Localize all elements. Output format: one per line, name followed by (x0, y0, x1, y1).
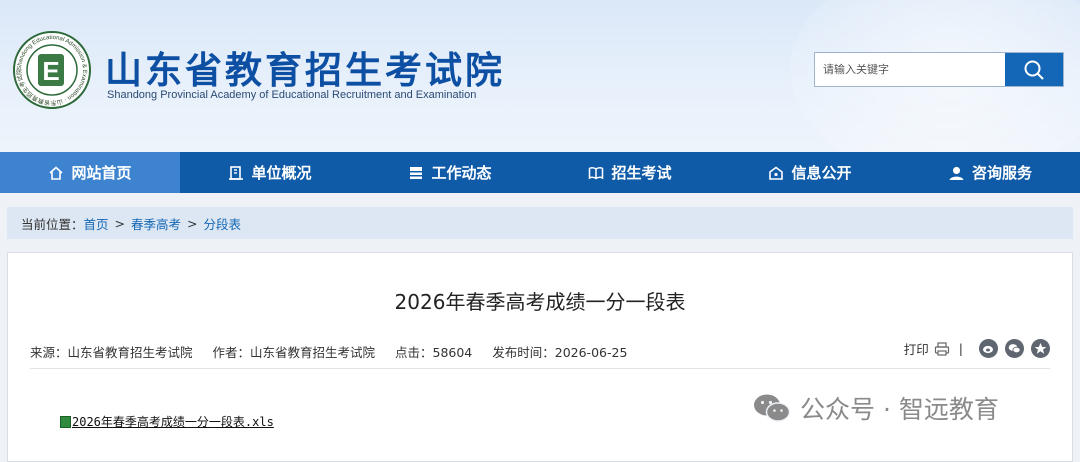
site-subtitle: Shandong Provincial Academy of Education… (107, 89, 477, 101)
article-tools: 打印 | (904, 339, 1050, 358)
breadcrumb-separator: > (187, 215, 198, 231)
search-box (814, 52, 1064, 87)
meta-source: 来源：山东省教育招生考试院 (30, 345, 193, 360)
meta-date: 发布时间：2026-06-25 (492, 345, 628, 360)
main-nav: 网站首页 单位概况 工作动态 招生考试 信息公开 咨询服务 (0, 152, 1080, 193)
site-logo[interactable]: Shandong Educational Admission & Examina… (12, 30, 92, 110)
print-button[interactable]: 打印 (904, 339, 950, 358)
building-icon (228, 165, 244, 181)
meta-author: 作者：山东省教育招生考试院 (212, 345, 376, 360)
news-icon (408, 165, 424, 181)
weibo-share-icon[interactable] (979, 339, 998, 358)
search-button[interactable] (1005, 53, 1063, 86)
excel-file-icon (60, 415, 71, 428)
printer-icon (934, 341, 949, 356)
svg-text:E: E (42, 56, 59, 86)
article-panel: 2026年春季高考成绩一分一段表 来源：山东省教育招生考试院 作者：山东省教育招… (7, 252, 1073, 462)
meta-divider (30, 368, 1050, 369)
nav-item-about[interactable]: 单位概况 (180, 152, 360, 193)
book-icon (588, 165, 604, 181)
site-title[interactable]: 山东省教育招生考试院 (105, 40, 505, 94)
breadcrumb: 当前位置： 首页 > 春季高考 > 分段表 (7, 207, 1073, 239)
qzone-share-icon[interactable] (1031, 339, 1050, 358)
wechat-icon (754, 394, 791, 422)
home-icon (48, 165, 64, 181)
wechat-watermark: 公众号 · 智远教育 (752, 390, 999, 426)
info-icon (768, 165, 784, 181)
breadcrumb-spring-exam[interactable]: 春季高考 (131, 214, 181, 233)
search-input[interactable] (815, 53, 1021, 86)
breadcrumb-score-table[interactable]: 分段表 (204, 214, 242, 233)
article-title: 2026年春季高考成绩一分一段表 (394, 290, 686, 314)
breadcrumb-prefix: 当前位置： (21, 216, 84, 232)
tools-divider: | (958, 341, 963, 356)
wechat-share-icon[interactable] (1005, 339, 1024, 358)
nav-item-service[interactable]: 咨询服务 (900, 152, 1080, 193)
site-header: Shandong Educational Admission & Examina… (0, 0, 1080, 152)
breadcrumb-separator: > (114, 215, 126, 231)
nav-item-home[interactable]: 网站首页 (0, 152, 180, 193)
meta-clicks: 点击：58604 (395, 345, 473, 360)
article-meta: 来源：山东省教育招生考试院 作者：山东省教育招生考试院 点击：58604 发布时… (30, 342, 643, 361)
breadcrumb-home[interactable]: 首页 (84, 214, 109, 233)
attachment-link[interactable]: 2026年春季高考成绩一分一段表.xls (60, 413, 274, 430)
nav-item-admission[interactable]: 招生考试 (540, 152, 720, 193)
nav-item-info[interactable]: 信息公开 (720, 152, 900, 193)
search-icon (1024, 60, 1044, 80)
nav-item-news[interactable]: 工作动态 (360, 152, 540, 193)
user-icon (948, 165, 965, 181)
